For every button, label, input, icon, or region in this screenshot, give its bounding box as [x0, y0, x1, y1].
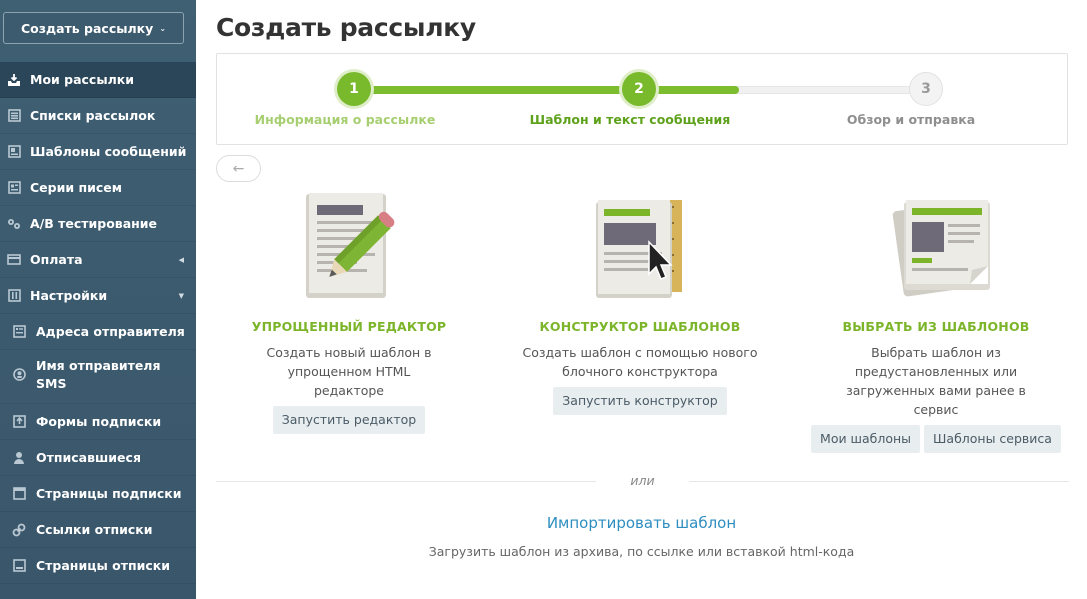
unsubscribe-page-icon — [12, 559, 26, 573]
divider — [689, 481, 1069, 482]
settings-icon — [7, 289, 21, 303]
sidebar-item-label: Имя отправителя SMS — [36, 358, 161, 391]
wallet-icon — [7, 253, 21, 267]
sidebar-menu: Мои рассылки Списки рассылок Шаблоны соо… — [0, 62, 196, 584]
create-campaign-label: Создать рассылку — [20, 20, 154, 36]
sidebar-item-lists[interactable]: Списки рассылок — [0, 98, 196, 134]
sidebar-item-label: A/B тестирование — [30, 216, 158, 231]
step-1-label[interactable]: Информация о рассылке — [255, 112, 436, 127]
ab-test-icon — [7, 217, 21, 231]
option-description: Создать новый шаблон в упрощенном HTML р… — [266, 345, 432, 398]
option-title: УПРОЩЕННЫЙ РЕДАКТОР — [251, 319, 447, 334]
mailbox-icon — [7, 73, 21, 87]
launch-builder-button[interactable]: Запустить конструктор — [553, 387, 727, 415]
sidebar-item-payment[interactable]: Оплата ◀ — [0, 242, 196, 278]
sidebar-item-label: Страницы отписки — [36, 558, 170, 573]
import-template-link[interactable]: Импортировать шаблон — [196, 514, 1087, 532]
sidebar-item-templates[interactable]: Шаблоны сообщений — [0, 134, 196, 170]
subscribe-form-icon — [12, 415, 26, 429]
create-campaign-button[interactable]: Создать рассылку ⌄ — [3, 12, 184, 44]
pencil-document-icon — [299, 190, 399, 300]
option-simple-editor: УПРОЩЕННЫЙ РЕДАКТОР Создать новый шаблон… — [219, 190, 479, 434]
sidebar-item-ab-testing[interactable]: A/B тестирование — [0, 206, 196, 242]
wizard-steps: 1 2 3 Информация о рассылке Шаблон и тек… — [216, 53, 1068, 145]
sidebar-item-unsubscribe-links[interactable]: Ссылки отписки — [0, 512, 196, 548]
sidebar-item-label: Адреса отправителя — [36, 324, 185, 339]
template-gallery-icon — [886, 190, 990, 300]
list-icon — [7, 109, 21, 123]
option-title: КОНСТРУКТОР ШАБЛОНОВ — [539, 319, 741, 334]
step-2-label: Шаблон и текст сообщения — [529, 112, 731, 127]
chevron-down-icon: ⌄ — [159, 23, 167, 33]
option-template-builder: КОНСТРУКТОР ШАБЛОНОВ Создать шаблон с по… — [510, 190, 770, 415]
option-title: ВЫБРАТЬ ИЗ ШАБЛОНОВ — [842, 319, 1030, 334]
chevron-down-icon: ▼ — [178, 291, 184, 300]
step-2-circle: 2 — [622, 72, 656, 106]
series-icon — [7, 181, 21, 195]
step-1-circle[interactable]: 1 — [337, 72, 371, 106]
arrow-left-icon: ← — [232, 160, 245, 177]
back-button[interactable]: ← — [216, 155, 261, 182]
unsubscribed-icon — [12, 451, 26, 465]
sender-address-icon — [12, 325, 26, 339]
service-templates-button[interactable]: Шаблоны сервиса — [924, 425, 1061, 453]
sidebar-item-label: Формы подписки — [36, 414, 162, 429]
sidebar-item-unsubscribe-pages[interactable]: Страницы отписки — [0, 548, 196, 584]
sidebar: Создать рассылку ⌄ Мои рассылки Списки р… — [0, 0, 196, 599]
or-separator: или — [630, 473, 655, 488]
sidebar-item-sms-sender[interactable]: Имя отправителя SMS — [0, 350, 196, 404]
option-description: Выбрать шаблон из предустановленных или … — [846, 345, 1026, 417]
sidebar-item-label: Списки рассылок — [30, 108, 156, 123]
option-choose-template: ВЫБРАТЬ ИЗ ШАБЛОНОВ Выбрать шаблон из пр… — [806, 190, 1066, 453]
subscribe-page-icon — [12, 487, 26, 501]
sidebar-item-label: Ссылки отписки — [36, 522, 153, 537]
divider — [216, 481, 596, 482]
step-3-circle: 3 — [909, 72, 943, 106]
page-title: Создать рассылку — [216, 13, 476, 42]
link-icon — [12, 523, 26, 537]
sidebar-item-unsubscribed[interactable]: Отписавшиеся — [0, 440, 196, 476]
option-description: Создать шаблон с помощью нового блочного… — [522, 345, 758, 379]
progress-fill — [354, 86, 739, 94]
template-builder-icon — [590, 190, 690, 300]
chevron-left-icon: ◀ — [178, 255, 184, 264]
sidebar-item-settings[interactable]: Настройки ▼ — [0, 278, 196, 314]
sidebar-item-label: Оплата — [30, 252, 83, 267]
sidebar-item-label: Настройки — [30, 288, 108, 303]
sidebar-item-label: Шаблоны сообщений — [30, 144, 187, 159]
sidebar-item-subscribe-forms[interactable]: Формы подписки — [0, 404, 196, 440]
sidebar-item-label: Серии писем — [30, 180, 122, 195]
sidebar-item-sender-addresses[interactable]: Адреса отправителя — [0, 314, 196, 350]
sidebar-item-my-campaigns[interactable]: Мои рассылки — [0, 62, 196, 98]
my-templates-button[interactable]: Мои шаблоны — [811, 425, 921, 453]
sms-sender-icon — [12, 367, 26, 381]
launch-editor-button[interactable]: Запустить редактор — [272, 406, 426, 434]
sidebar-item-label: Мои рассылки — [30, 72, 135, 87]
step-3-label: Обзор и отправка — [846, 112, 976, 127]
import-template-description: Загрузить шаблон из архива, по ссылке ил… — [428, 544, 855, 559]
sidebar-item-label: Страницы подписки — [36, 486, 182, 501]
template-icon — [7, 145, 21, 159]
sidebar-item-label: Отписавшиеся — [36, 450, 141, 465]
main-content: Создать рассылку 1 2 3 Информация о расс… — [196, 0, 1087, 599]
sidebar-item-subscribe-pages[interactable]: Страницы подписки — [0, 476, 196, 512]
sidebar-item-series[interactable]: Серии писем — [0, 170, 196, 206]
